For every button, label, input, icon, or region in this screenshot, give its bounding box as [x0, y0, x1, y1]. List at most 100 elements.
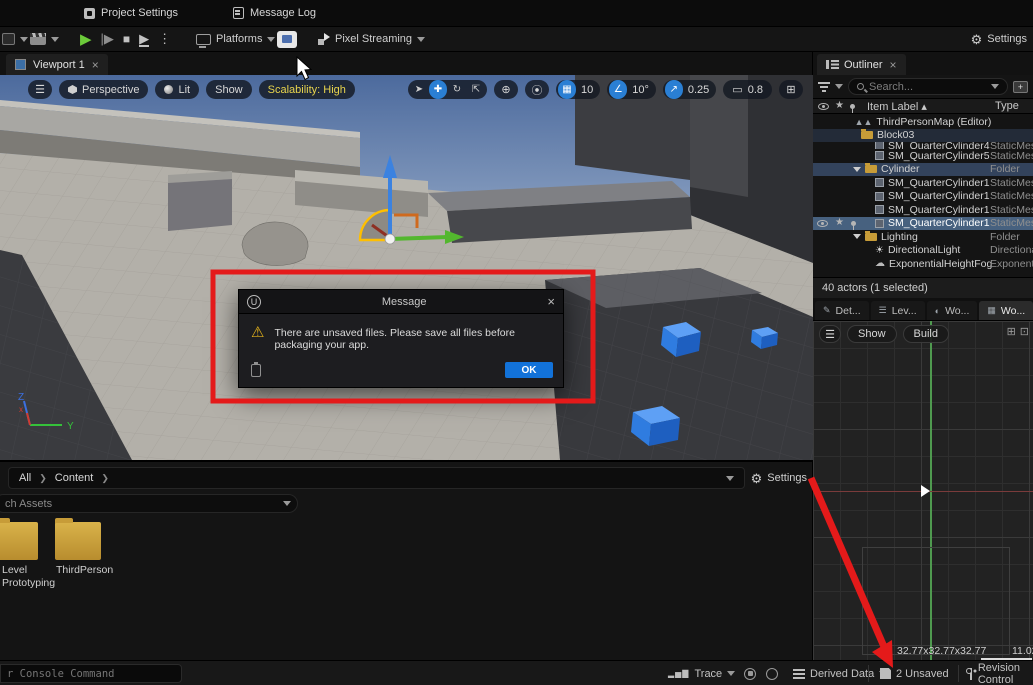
- project-settings-menu-item[interactable]: Project Settings: [84, 7, 178, 19]
- show-button[interactable]: Show: [847, 325, 897, 343]
- outliner-row[interactable]: SM_QuarterCylinder1 StaticMes: [813, 190, 1033, 204]
- expand-arrow-icon[interactable]: [853, 234, 861, 239]
- outliner-row[interactable]: ☀ DirectionalLight Directiona: [813, 244, 1033, 258]
- eye-icon[interactable]: [817, 220, 828, 227]
- perspective-dropdown[interactable]: Perspective: [59, 80, 148, 99]
- type-column[interactable]: Type: [995, 100, 1019, 112]
- pixel-streaming-label: Pixel Streaming: [335, 33, 412, 45]
- select-tool-button[interactable]: ➤: [410, 80, 428, 99]
- world-partition-minimap[interactable]: ☰ Show Build ⊞ ⊡ 32.77x32.77x32.77 11.02: [813, 320, 1033, 660]
- chevron-down-icon[interactable]: [835, 84, 843, 89]
- outliner-row[interactable]: SM_QuarterCylinder4 StaticMes: [813, 142, 1033, 149]
- close-icon[interactable]: ×: [890, 58, 897, 72]
- folder-label[interactable]: ThirdPerson: [56, 564, 113, 577]
- folder-thirdperson[interactable]: [55, 522, 101, 560]
- visibility-column-icon[interactable]: [818, 103, 829, 110]
- pixel-streaming-dropdown[interactable]: Pixel Streaming: [318, 33, 425, 45]
- stop-button[interactable]: ■: [123, 32, 130, 46]
- ok-button[interactable]: OK: [505, 362, 553, 378]
- cinematics-dropdown[interactable]: [30, 33, 59, 45]
- outliner-row[interactable]: Block03: [813, 129, 1033, 143]
- derived-data-dropdown[interactable]: Derived Data: [793, 661, 887, 685]
- close-icon[interactable]: ×: [92, 58, 99, 72]
- tab-world-settings[interactable]: ◐ Wo...: [927, 301, 978, 320]
- outliner-search-input[interactable]: Search...: [848, 78, 1008, 95]
- viewport-menu-button[interactable]: ☰: [28, 80, 52, 99]
- expand-arrow-icon[interactable]: [853, 167, 861, 172]
- content-browser-settings-button[interactable]: ⚙ Settings: [751, 472, 807, 485]
- favorite-column-icon[interactable]: ★: [835, 101, 844, 111]
- viewport-3d[interactable]: Y Z x ☰ Perspective Lit Show Scalability…: [0, 75, 813, 460]
- rotate-tool-button[interactable]: ↻: [448, 80, 466, 99]
- star-icon[interactable]: ★: [835, 218, 844, 228]
- move-tool-button[interactable]: ✚: [429, 80, 447, 99]
- copy-message-icon[interactable]: [251, 364, 261, 377]
- play-button[interactable]: ▶: [80, 32, 92, 47]
- scale-snap-button[interactable]: ↗ 0.25: [663, 80, 716, 99]
- focus-selection-icon[interactable]: ⊞: [1007, 325, 1016, 338]
- tab-details[interactable]: ✎ Det...: [815, 301, 869, 320]
- outliner-row[interactable]: SM_QuarterCylinder1 StaticMes: [813, 176, 1033, 190]
- surface-snap-button[interactable]: ⦿: [525, 80, 549, 99]
- outliner-row[interactable]: Lighting Folder: [813, 230, 1033, 244]
- breadcrumb-content[interactable]: Content: [55, 472, 94, 484]
- lit-dropdown[interactable]: Lit: [155, 80, 199, 99]
- toolbar-settings-button[interactable]: ⚙ Settings: [971, 33, 1027, 46]
- world-space-button[interactable]: ⊕: [494, 80, 518, 99]
- pixel-streaming-icon: [318, 33, 330, 45]
- trace-dropdown[interactable]: ▂▅▇ Trace: [668, 661, 735, 685]
- breadcrumb-separator: ❯: [101, 473, 109, 484]
- pin-icon[interactable]: [851, 221, 856, 226]
- follow-camera-icon[interactable]: ⊡: [1020, 325, 1029, 338]
- camera-speed-button[interactable]: ▭ 0.8: [723, 80, 772, 99]
- frame-skip-button[interactable]: |▶: [101, 31, 114, 47]
- outliner-row[interactable]: SM_QuarterCylinder5 StaticMes: [813, 149, 1033, 163]
- actor-count-label: 40 actors (1 selected): [822, 282, 928, 294]
- axis-x-label: x: [19, 405, 23, 414]
- world-partition-menu-button[interactable]: ☰: [819, 325, 841, 343]
- scale-value-label: 11.02: [1012, 645, 1033, 657]
- filter-icon[interactable]: [818, 82, 830, 92]
- outliner-row[interactable]: ☁ ExponentialHeightFog Exponenti: [813, 257, 1033, 271]
- revision-control-button[interactable]: Revision Control: [966, 661, 1033, 685]
- launch-button[interactable]: ▶: [139, 32, 149, 47]
- show-dropdown[interactable]: Show: [206, 80, 252, 99]
- new-folder-icon[interactable]: +: [1013, 81, 1028, 93]
- outliner-tab[interactable]: Outliner ×: [817, 54, 906, 75]
- chevron-down-icon[interactable]: [726, 476, 734, 481]
- close-icon[interactable]: ×: [547, 294, 555, 309]
- unsaved-files-button[interactable]: 2 Unsaved: [880, 661, 949, 685]
- breadcrumb[interactable]: All ❯ Content ❯: [8, 467, 745, 489]
- outliner-row-selected[interactable]: ★ SM_QuarterCylinder1 StaticMes: [813, 217, 1033, 231]
- build-button[interactable]: Build: [903, 325, 949, 343]
- folder-levelprototyping[interactable]: [0, 522, 38, 560]
- rotation-snap-value: 10°: [632, 84, 649, 96]
- warning-icon: ⚠: [251, 324, 264, 351]
- asset-search-input[interactable]: ch Assets: [0, 494, 298, 513]
- tab-world-partition[interactable]: ▦ Wo...: [979, 301, 1033, 320]
- folder-label[interactable]: Level Prototyping: [2, 564, 54, 590]
- grid-snap-button[interactable]: ▦ 10: [556, 80, 600, 99]
- viewport-tab[interactable]: Viewport 1 ×: [6, 54, 108, 75]
- save-dropdown[interactable]: [2, 33, 28, 45]
- snapshot-button[interactable]: [766, 661, 778, 685]
- camera-icon: [766, 668, 778, 680]
- tab-levels[interactable]: ☰ Lev...: [871, 301, 925, 320]
- console-command-input[interactable]: [0, 664, 182, 683]
- pin-column-icon[interactable]: [850, 104, 855, 109]
- cinematics-icon: [30, 33, 46, 45]
- package-button[interactable]: [277, 31, 297, 48]
- item-label-column[interactable]: Item Label ▴: [867, 100, 927, 113]
- platforms-dropdown[interactable]: Platforms: [196, 33, 275, 45]
- maximize-viewport-button[interactable]: ⊞: [779, 80, 803, 99]
- outliner-row[interactable]: SM_QuarterCylinder1 StaticMes: [813, 203, 1033, 217]
- scalability-button[interactable]: Scalability: High: [259, 80, 355, 99]
- breadcrumb-all[interactable]: All: [19, 472, 31, 484]
- outliner-row[interactable]: Cylinder Folder: [813, 163, 1033, 177]
- rotation-snap-button[interactable]: ∠ 10°: [607, 80, 656, 99]
- outliner-row[interactable]: ▲▲ ThirdPersonMap (Editor): [813, 115, 1033, 129]
- insights-button[interactable]: [744, 661, 756, 685]
- message-log-menu-item[interactable]: Message Log: [233, 7, 316, 19]
- scale-tool-button[interactable]: ⇱: [467, 80, 485, 99]
- play-options-button[interactable]: ⋮: [158, 31, 171, 47]
